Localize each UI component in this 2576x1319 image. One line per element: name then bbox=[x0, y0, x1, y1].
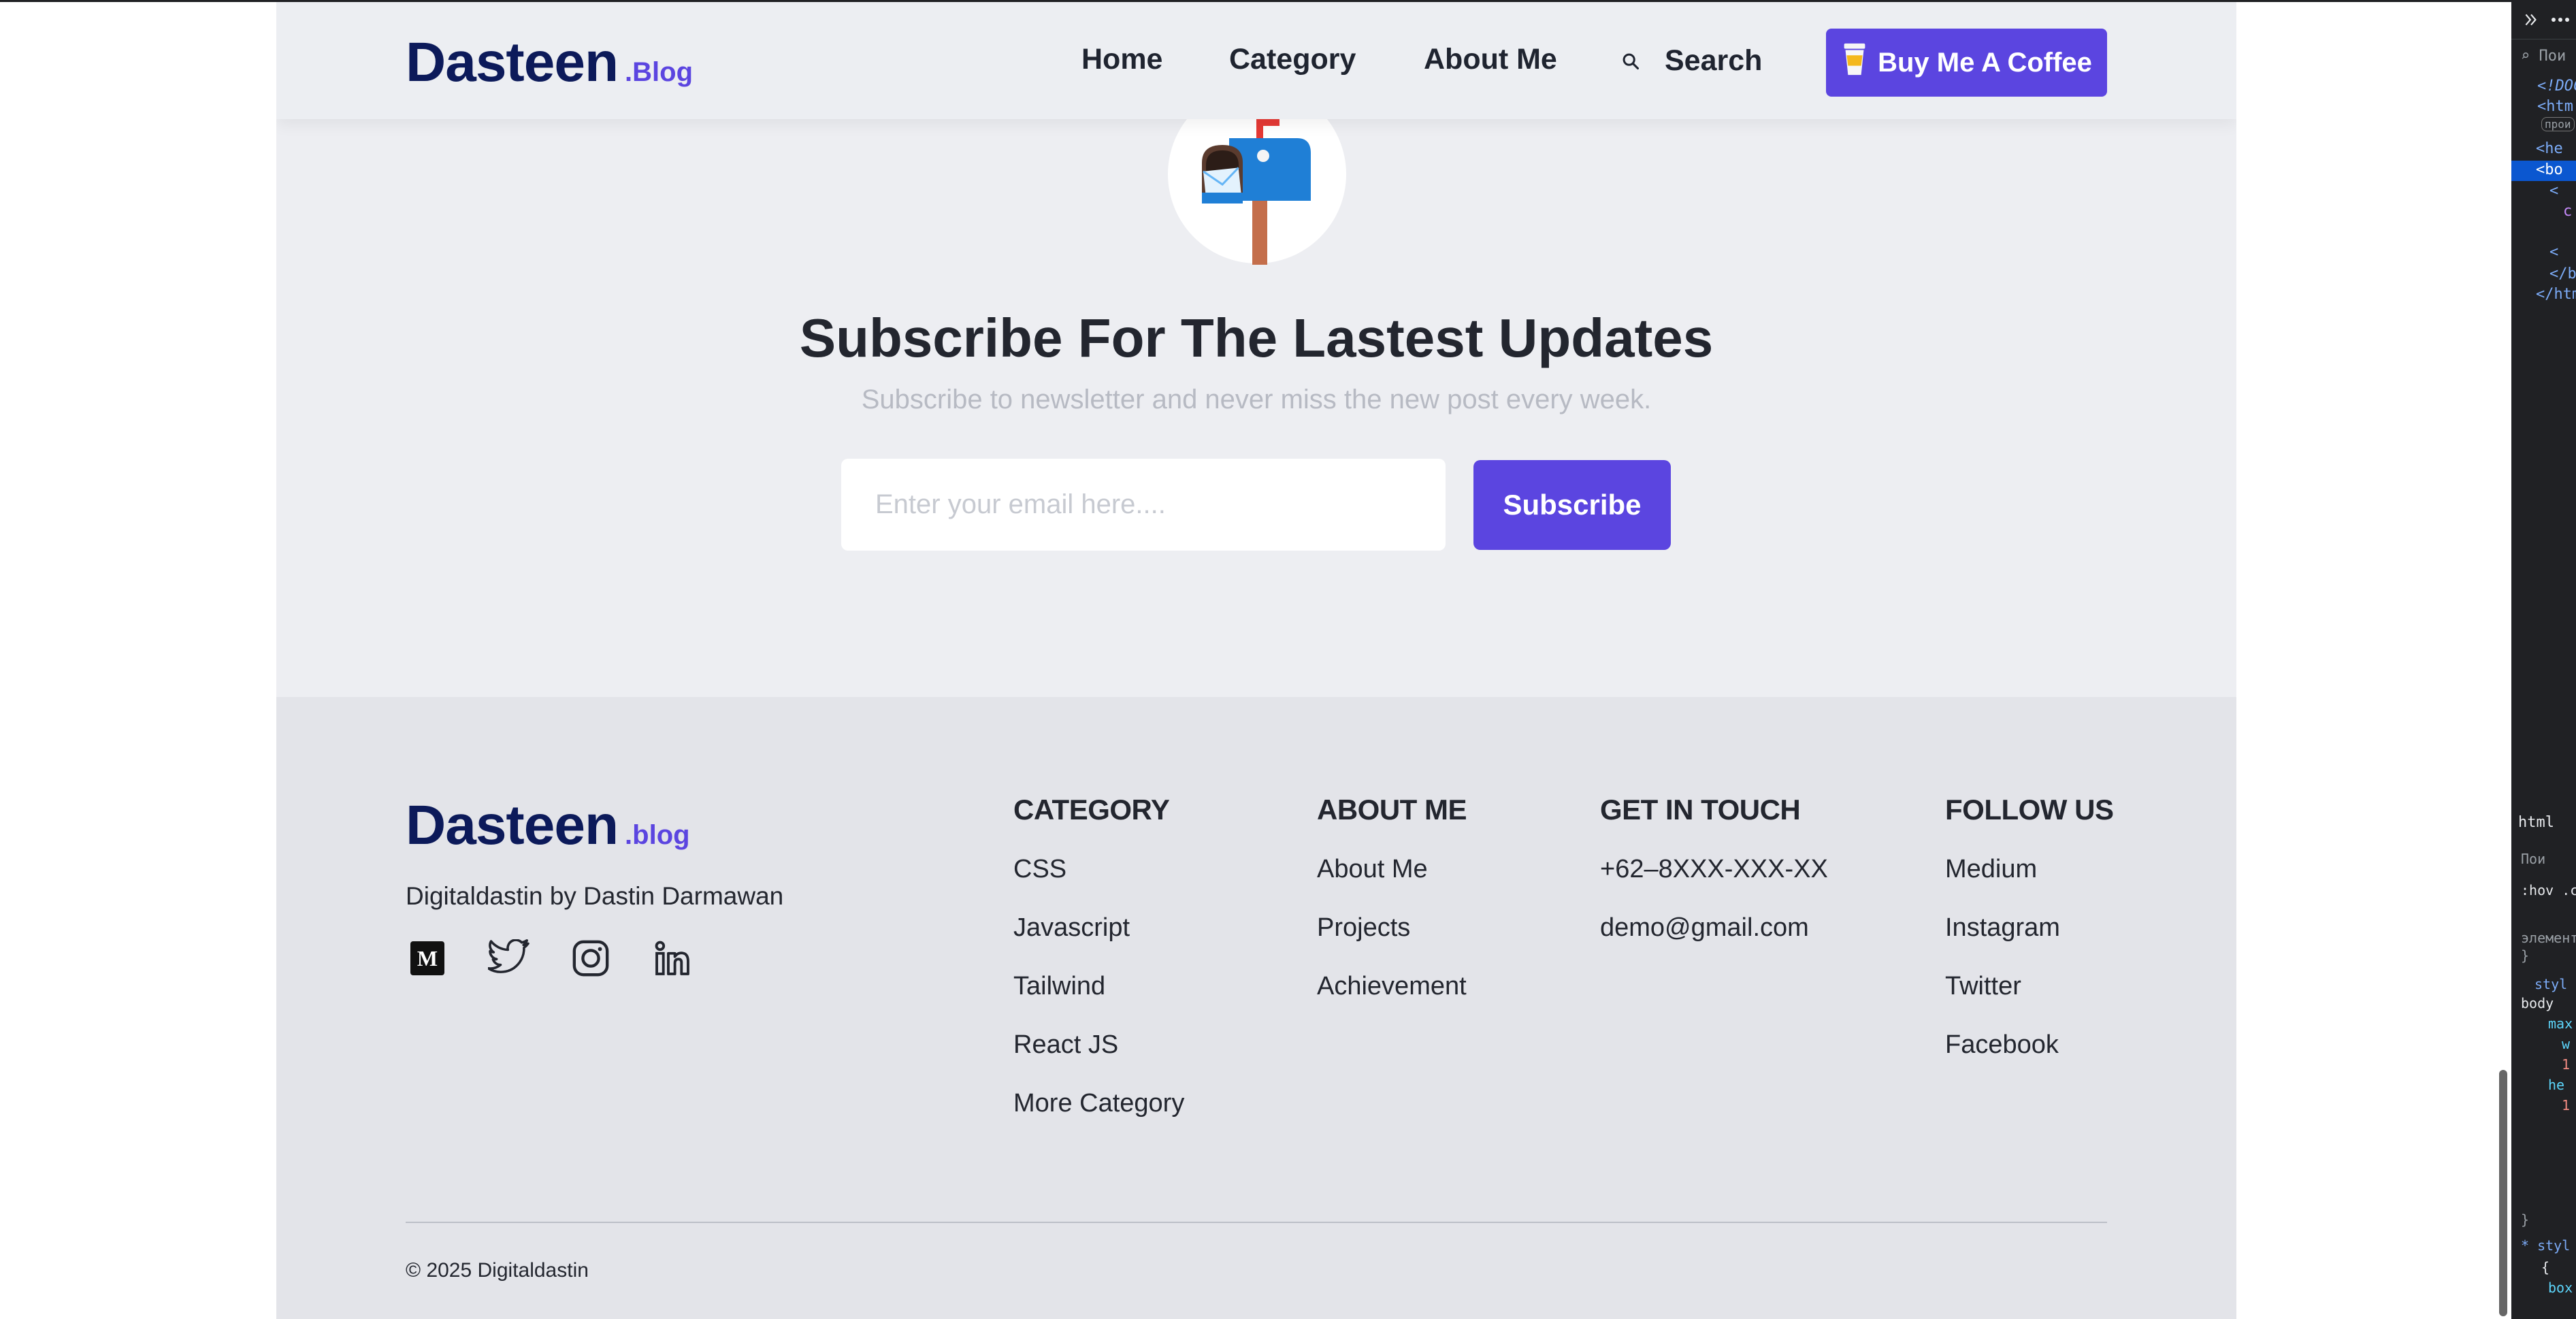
styles-filter[interactable]: Пои bbox=[2521, 851, 2545, 867]
footer-col-about-me: ABOUT ME About Me Projects Achievement bbox=[1317, 794, 1467, 1029]
styles-line: } bbox=[2521, 947, 2530, 964]
footer-link-react-js[interactable]: React JS bbox=[1013, 1029, 1184, 1088]
footer-link-achievement[interactable]: Achievement bbox=[1317, 971, 1467, 1029]
footer-logo-sub-text: .blog bbox=[625, 820, 690, 850]
footer-link-twitter[interactable]: Twitter bbox=[1945, 971, 2113, 1029]
dom-line[interactable]: < bbox=[2549, 244, 2558, 261]
page-scrollbar-thumb[interactable] bbox=[2499, 1070, 2507, 1316]
dom-line[interactable]: </b bbox=[2549, 265, 2576, 282]
nav-home[interactable]: Home bbox=[1081, 43, 1162, 76]
medium-icon[interactable]: M bbox=[406, 937, 449, 980]
nav-search[interactable]: Search bbox=[1621, 44, 1762, 78]
styles-line: 1 bbox=[2562, 1097, 2571, 1113]
devtools-search-text: Пои bbox=[2539, 48, 2566, 65]
footer-logo-main-text: Dasteen bbox=[406, 794, 619, 856]
buy-me-a-coffee-button[interactable]: Buy Me A Coffee bbox=[1826, 29, 2107, 97]
footer-link-css[interactable]: CSS bbox=[1013, 853, 1184, 912]
footer-link-javascript[interactable]: Javascript bbox=[1013, 912, 1184, 971]
linkedin-icon[interactable] bbox=[651, 937, 694, 980]
site-header: Dasteen .Blog Home Category About Me Sea… bbox=[276, 2, 2236, 119]
footer-col-title: CATEGORY bbox=[1013, 794, 1170, 826]
logo-sub-text: .Blog bbox=[625, 57, 694, 87]
styles-line: body bbox=[2521, 995, 2554, 1011]
coffee-button-label: Buy Me A Coffee bbox=[1878, 47, 2092, 78]
footer-logo[interactable]: Dasteen .blog bbox=[406, 794, 690, 858]
styles-line: he bbox=[2548, 1077, 2565, 1093]
search-icon bbox=[1623, 53, 1640, 69]
coffee-cup-icon bbox=[1844, 43, 1865, 76]
footer-tagline: Digitaldastin by Dastin Darmawan bbox=[406, 882, 784, 910]
instagram-icon[interactable] bbox=[569, 937, 613, 980]
expand-panels-icon[interactable] bbox=[2522, 11, 2540, 29]
styles-line: * styl bbox=[2521, 1237, 2571, 1254]
subscribe-description: Subscribe to newsletter and never miss t… bbox=[861, 385, 1652, 414]
site-logo[interactable]: Dasteen .Blog bbox=[406, 31, 693, 95]
styles-line: w bbox=[2562, 1036, 2571, 1052]
devtools-search-row[interactable]: ⌕ Пои bbox=[2521, 48, 2566, 65]
footer-link-facebook[interactable]: Facebook bbox=[1945, 1029, 2113, 1088]
blog-page: Dasteen .Blog Home Category About Me Sea… bbox=[276, 2, 2236, 1319]
svg-text:M: M bbox=[417, 946, 438, 971]
subscribe-title: Subscribe For The Lastest Updates bbox=[799, 308, 1714, 368]
footer-link-medium[interactable]: Medium bbox=[1945, 853, 2113, 912]
subscribe-button[interactable]: Subscribe bbox=[1473, 460, 1671, 550]
styles-line: box bbox=[2548, 1280, 2573, 1296]
devtools-toolbar bbox=[2511, 0, 2576, 39]
copyright-text: © 2025 Digitaldastin bbox=[406, 1259, 589, 1282]
footer-phone[interactable]: +62–8XXX-XXX-XX bbox=[1600, 853, 1828, 912]
nav-category[interactable]: Category bbox=[1229, 43, 1356, 76]
dom-line[interactable]: <bo bbox=[2536, 161, 2563, 178]
dom-line[interactable]: <!DOC bbox=[2537, 78, 2576, 95]
email-input[interactable] bbox=[841, 459, 1446, 551]
social-links: M bbox=[406, 937, 694, 980]
footer-col-title: FOLLOW US bbox=[1945, 794, 2114, 826]
footer-link-more-category[interactable]: More Category bbox=[1013, 1088, 1184, 1146]
devtools-panel: ⌕ Пои <!DOC <htm прои <he <bo < c < </b … bbox=[2511, 0, 2576, 1319]
search-label: Search bbox=[1665, 44, 1763, 77]
dom-badge[interactable]: прои bbox=[2541, 117, 2575, 131]
footer-link-projects[interactable]: Projects bbox=[1317, 912, 1467, 971]
footer-col-title: GET IN TOUCH bbox=[1600, 794, 1801, 826]
dom-line[interactable]: < bbox=[2549, 182, 2558, 199]
dom-line[interactable]: c bbox=[2563, 203, 2572, 220]
styles-line: styl bbox=[2534, 976, 2568, 992]
logo-main-text: Dasteen bbox=[406, 31, 619, 93]
styles-line: max bbox=[2548, 1015, 2573, 1032]
dom-line[interactable]: </htm bbox=[2536, 286, 2576, 303]
twitter-icon[interactable] bbox=[487, 937, 531, 980]
devtools-breadcrumb[interactable]: html bbox=[2518, 814, 2554, 831]
footer-email[interactable]: demo@gmail.com bbox=[1600, 912, 1828, 971]
footer-link-about-me[interactable]: About Me bbox=[1317, 853, 1467, 912]
footer-col-get-in-touch: GET IN TOUCH +62–8XXX-XXX-XX demo@gmail.… bbox=[1600, 794, 1828, 971]
more-options-icon[interactable] bbox=[2551, 16, 2571, 23]
dom-line[interactable]: <htm bbox=[2537, 98, 2573, 115]
footer-col-title: ABOUT ME bbox=[1317, 794, 1467, 826]
footer-col-follow-us: FOLLOW US Medium Instagram Twitter Faceb… bbox=[1945, 794, 2114, 1088]
hov-toggle[interactable]: :hov .c bbox=[2521, 882, 2576, 898]
site-footer: Dasteen .blog Digitaldastin by Dastin Da… bbox=[276, 697, 2236, 1319]
styles-line: элемент bbox=[2521, 930, 2576, 946]
footer-link-instagram[interactable]: Instagram bbox=[1945, 912, 2113, 971]
mailbox-icon bbox=[1202, 118, 1311, 265]
styles-line: } bbox=[2521, 1211, 2530, 1228]
footer-divider bbox=[406, 1222, 2107, 1223]
nav-about-me[interactable]: About Me bbox=[1424, 43, 1557, 76]
footer-link-tailwind[interactable]: Tailwind bbox=[1013, 971, 1184, 1029]
styles-line: 1 bbox=[2562, 1056, 2571, 1073]
dom-line[interactable]: <he bbox=[2536, 140, 2563, 157]
footer-col-category: CATEGORY CSS Javascript Tailwind React J… bbox=[1013, 794, 1184, 1146]
styles-line: { bbox=[2541, 1259, 2550, 1275]
